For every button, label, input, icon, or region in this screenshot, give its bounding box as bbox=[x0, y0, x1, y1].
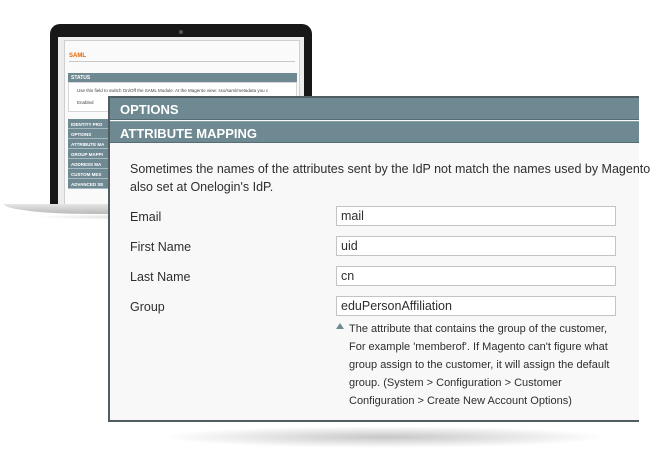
group-row: Group bbox=[130, 296, 640, 318]
attribute-form: Email First Name Last Name Group The att… bbox=[130, 98, 640, 418]
background-status-header[interactable]: STATUS bbox=[68, 73, 297, 82]
hint-line-1: The attribute that contains the group of… bbox=[349, 323, 608, 335]
divider bbox=[69, 61, 295, 62]
hint-line-4: group. (System > Configuration > Custome… bbox=[349, 377, 562, 389]
hint-line-3: group assign to the customer, it will as… bbox=[349, 359, 610, 371]
background-page-title: SAML bbox=[69, 53, 86, 59]
first-name-label: First Name bbox=[130, 240, 192, 254]
first-name-field[interactable] bbox=[336, 236, 616, 256]
last-name-label: Last Name bbox=[130, 270, 191, 284]
last-name-field[interactable] bbox=[336, 266, 616, 286]
email-field[interactable] bbox=[336, 206, 616, 226]
hint-line-2: For example 'memberof'. If Magento can't… bbox=[349, 341, 608, 353]
triangle-up-icon bbox=[336, 323, 344, 329]
first-name-row: First Name bbox=[130, 236, 640, 258]
email-row: Email bbox=[130, 206, 640, 228]
panel-shadow bbox=[160, 426, 610, 448]
group-field[interactable] bbox=[336, 296, 616, 316]
background-status-text: Use this field to switch On/Off the SAML… bbox=[77, 88, 269, 93]
group-hint: The attribute that contains the group of… bbox=[336, 320, 636, 410]
background-status-value[interactable]: Enabled bbox=[77, 100, 94, 105]
group-label: Group bbox=[130, 300, 165, 314]
camera-icon bbox=[179, 30, 183, 34]
hint-line-5: Configuration > Create New Account Optio… bbox=[349, 395, 572, 407]
email-label: Email bbox=[130, 210, 162, 224]
last-name-row: Last Name bbox=[130, 266, 640, 288]
options-panel: OPTIONS ATTRIBUTE MAPPING Sometimes the … bbox=[108, 96, 650, 422]
